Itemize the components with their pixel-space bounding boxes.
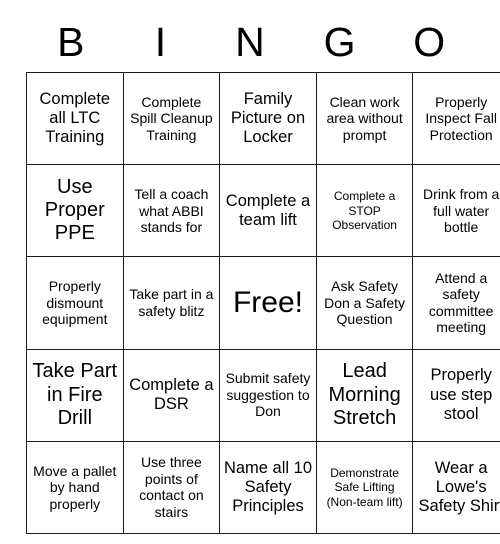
- bingo-cell-b3[interactable]: Properly dismount equipment: [26, 256, 124, 350]
- bingo-cell-b4[interactable]: Take Part in Fire Drill: [26, 348, 124, 442]
- bingo-cell-label: Demonstrate Safe Lifting (Non-team lift): [326, 465, 403, 509]
- bingo-cell-label: Move a pallet by hand properly: [33, 462, 117, 512]
- bingo-cell-label: Use three points of contact on stairs: [139, 454, 204, 520]
- bingo-cell-i2[interactable]: Tell a coach what ABBI stands for: [122, 164, 221, 258]
- bingo-cell-b1[interactable]: Complete all LTC Training: [26, 71, 124, 166]
- bingo-header-letter-o: O: [413, 19, 446, 65]
- bingo-cell-label: Complete a DSR: [129, 376, 214, 414]
- bingo-cell-label: Take Part in Fire Drill: [32, 360, 118, 429]
- bingo-cell-label: Family Picture on Locker: [230, 89, 306, 147]
- bingo-cell-n4[interactable]: Submit safety suggestion to Don: [219, 348, 317, 442]
- bingo-cell-n1[interactable]: Family Picture on Locker: [219, 71, 317, 166]
- bingo-grid: Complete all LTC Training Complete Spill…: [26, 71, 500, 534]
- bingo-cell-label: Drink from a full water bottle: [423, 186, 500, 236]
- bingo-cell-g5[interactable]: Demonstrate Safe Lifting (Non-team lift): [315, 440, 414, 534]
- bingo-cell-o1[interactable]: Properly Inspect Fall Protection: [412, 71, 500, 166]
- bingo-cell-i5[interactable]: Use three points of contact on stairs: [122, 440, 221, 534]
- bingo-cell-label: Complete Spill Cleanup Training: [130, 93, 213, 143]
- bingo-cell-label: Tell a coach what ABBI stands for: [134, 186, 209, 236]
- bingo-card: B I N G O Complete all LTC Training Comp…: [26, 8, 500, 534]
- bingo-cell-label: Wear a Lowe's Safety Shirt: [418, 458, 500, 515]
- bingo-cell-label: Take part in a safety blitz: [129, 286, 214, 319]
- bingo-cell-free-space[interactable]: Free!: [219, 256, 317, 350]
- bingo-row: Use Proper PPE Tell a coach what ABBI st…: [26, 164, 500, 258]
- bingo-cell-b2[interactable]: Use Proper PPE: [26, 164, 124, 258]
- bingo-cell-label: Properly use step stool: [429, 366, 493, 423]
- bingo-cell-label: Properly Inspect Fall Protection: [425, 93, 497, 143]
- bingo-cell-n2[interactable]: Complete a team lift: [219, 164, 317, 258]
- bingo-cell-label: Use Proper PPE: [44, 176, 105, 245]
- bingo-cell-b5[interactable]: Move a pallet by hand properly: [26, 440, 124, 534]
- bingo-cell-g1[interactable]: Clean work area without prompt: [315, 71, 414, 166]
- bingo-row: Complete all LTC Training Complete Spill…: [26, 71, 500, 166]
- bingo-header-letter-b: B: [57, 19, 85, 65]
- bingo-cell-g4[interactable]: Lead Morning Stretch: [315, 348, 414, 442]
- bingo-header-letter-i: I: [154, 19, 167, 65]
- bingo-header-letter-g: G: [323, 19, 356, 65]
- bingo-cell-label: Ask Safety Don a Safety Question: [324, 278, 406, 328]
- bingo-cell-o2[interactable]: Drink from a full water bottle: [412, 164, 500, 258]
- bingo-cell-i1[interactable]: Complete Spill Cleanup Training: [122, 71, 221, 166]
- bingo-row: Take Part in Fire Drill Complete a DSR S…: [26, 348, 500, 442]
- bingo-cell-o5[interactable]: Wear a Lowe's Safety Shirt: [412, 440, 500, 534]
- bingo-cell-label: Complete all LTC Training: [39, 89, 111, 147]
- bingo-cell-label: Complete a team lift: [225, 191, 311, 229]
- bingo-cell-label: Attend a safety committee meeting: [428, 269, 494, 336]
- bingo-cell-i4[interactable]: Complete a DSR: [122, 348, 221, 442]
- bingo-cell-label: Lead Morning Stretch: [328, 360, 401, 429]
- free-space-label: Free!: [232, 286, 303, 320]
- bingo-cell-label: Complete a STOP Observation: [332, 189, 397, 232]
- bingo-cell-label: Submit safety suggestion to Don: [225, 370, 311, 420]
- bingo-cell-label: Properly dismount equipment: [42, 278, 108, 328]
- bingo-cell-o3[interactable]: Attend a safety committee meeting: [412, 256, 500, 350]
- bingo-row: Properly dismount equipment Take part in…: [26, 256, 500, 350]
- bingo-cell-n5[interactable]: Name all 10 Safety Principles: [219, 440, 317, 534]
- bingo-cell-i3[interactable]: Take part in a safety blitz: [122, 256, 221, 350]
- bingo-header: B I N G O: [26, 8, 474, 64]
- bingo-cell-g2[interactable]: Complete a STOP Observation: [315, 164, 414, 258]
- bingo-header-letter-n: N: [235, 19, 265, 65]
- bingo-cell-label: Clean work area without prompt: [326, 93, 403, 143]
- bingo-cell-label: Name all 10 Safety Principles: [223, 458, 312, 515]
- bingo-cell-o4[interactable]: Properly use step stool: [412, 348, 500, 442]
- bingo-cell-g3[interactable]: Ask Safety Don a Safety Question: [315, 256, 414, 350]
- bingo-row: Move a pallet by hand properly Use three…: [26, 440, 500, 534]
